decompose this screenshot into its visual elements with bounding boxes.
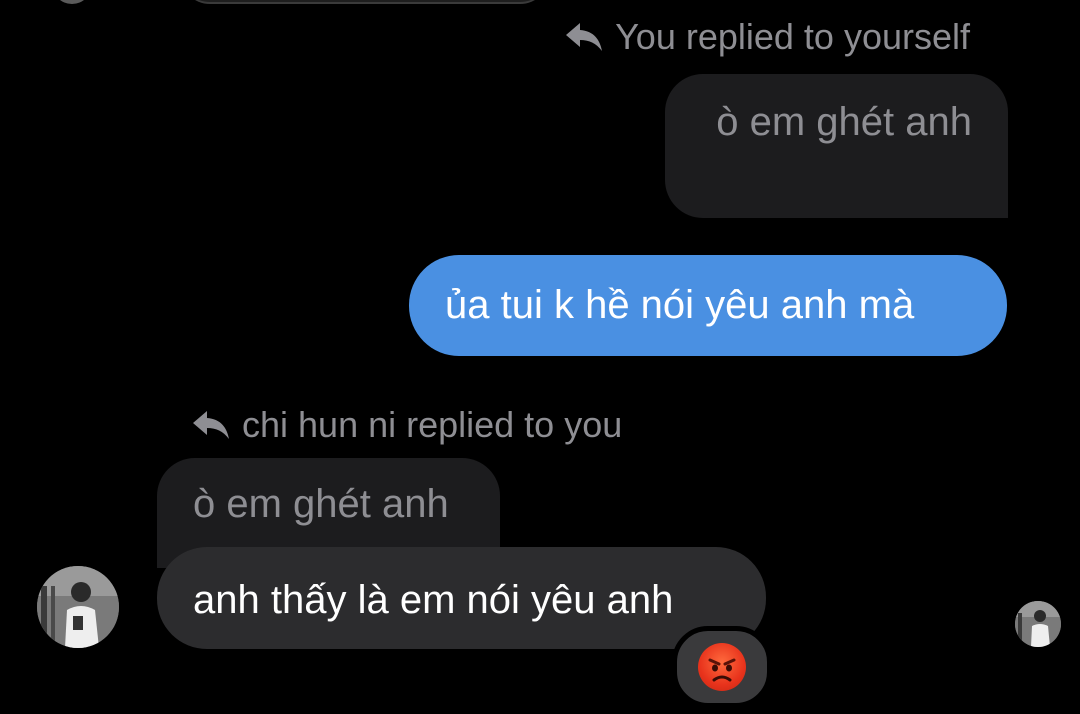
reply-context-text: chi hun ni replied to you	[242, 404, 623, 445]
reply-context-self: You replied to yourself	[565, 16, 970, 58]
reply-context-text: You replied to yourself	[615, 16, 970, 57]
sender-avatar[interactable]	[37, 566, 119, 648]
received-message-bubble[interactable]: anh thấy là em nói yêu anh	[157, 547, 766, 649]
reply-arrow-icon	[192, 409, 230, 441]
previous-avatar	[52, 0, 92, 4]
sent-message-bubble[interactable]: ủa tui k hề nói yêu anh mà	[409, 255, 1007, 356]
received-message-text: anh thấy là em nói yêu anh	[193, 578, 674, 622]
chat-thread: You replied to yourself ò em ghét anh ủa…	[0, 0, 1080, 714]
sent-message-text: ủa tui k hề nói yêu anh mà	[445, 283, 915, 327]
quoted-message-text: ò em ghét anh	[193, 482, 449, 526]
angry-face-icon	[698, 643, 746, 691]
message-reaction[interactable]	[672, 626, 772, 708]
quoted-message-text: ò em ghét anh	[716, 100, 972, 144]
quoted-message-bubble[interactable]: ò em ghét anh	[665, 74, 1008, 218]
previous-message-bubble[interactable]	[180, 0, 550, 4]
reply-arrow-icon	[565, 21, 603, 53]
read-receipt-avatar	[1015, 601, 1061, 647]
reply-context-other: chi hun ni replied to you	[192, 404, 622, 446]
